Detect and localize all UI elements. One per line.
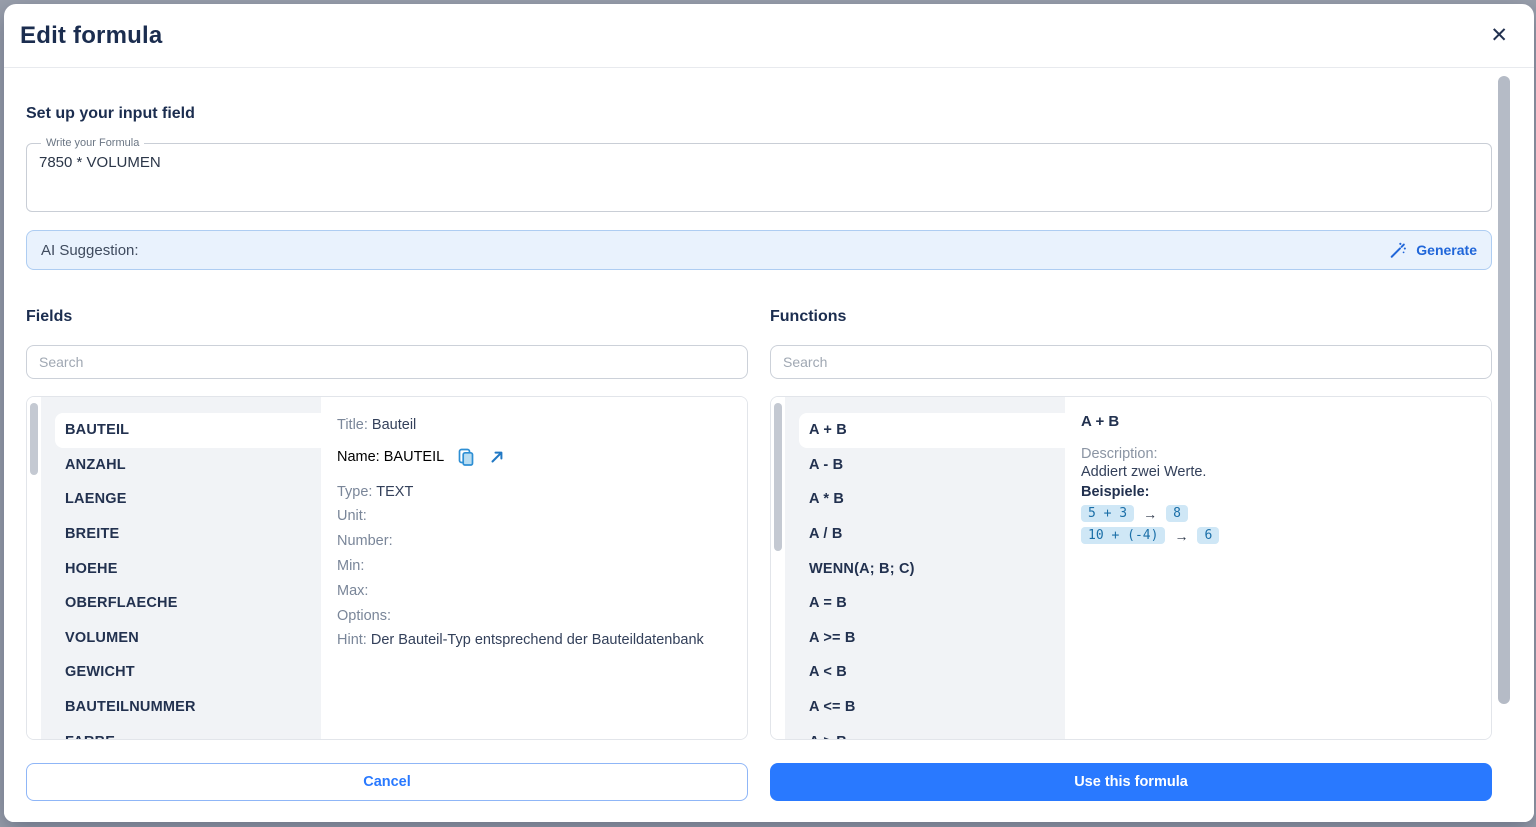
fields-list-scrollbar[interactable]	[27, 397, 41, 739]
function-description-label: Description:	[1081, 446, 1158, 462]
field-item[interactable]: GEWICHT	[55, 655, 321, 690]
function-examples-label: Beispiele:	[1081, 484, 1150, 500]
setup-heading: Set up your input field	[26, 105, 195, 122]
function-examples: 5 + 3 → 8 10 + (-4) → 6	[1081, 505, 1475, 544]
function-item[interactable]: WENN(A; B; C)	[799, 551, 1065, 586]
example-expression-chip: 10 + (-4)	[1081, 527, 1166, 544]
example-result-chip: 8	[1166, 505, 1188, 522]
dialog-body: Set up your input field Write your Formu…	[4, 69, 1534, 822]
arrow-right-glyph: →	[1143, 505, 1158, 522]
field-item[interactable]: BAUTEIL	[55, 413, 321, 448]
field-name-label: Name:	[337, 448, 380, 465]
dialog-header: Edit formula ✕	[4, 4, 1534, 68]
function-detail-panel: A + B Description: Addiert zwei Werte. B…	[1065, 397, 1491, 739]
function-item[interactable]: A + B	[799, 413, 1065, 448]
field-min-row: Min:	[337, 557, 365, 574]
field-item[interactable]: VOLUMEN	[55, 621, 321, 656]
function-title: A + B	[1081, 413, 1120, 430]
field-item[interactable]: HOEHE	[55, 551, 321, 586]
magic-wand-icon	[1389, 241, 1407, 259]
screen: Edit formula ✕ Set up your input field W…	[0, 0, 1536, 827]
example-row: 10 + (-4) → 6	[1081, 527, 1475, 544]
example-row: 5 + 3 → 8	[1081, 505, 1475, 522]
formula-field[interactable]: Write your Formula 7850 * VOLUMEN	[26, 137, 1492, 212]
ai-suggestion-label: AI Suggestion:	[41, 241, 139, 259]
copy-icon[interactable]	[456, 447, 476, 468]
fields-list: BAUTEIL ANZAHL LAENGE BREITE HOEHE OBERFLAECH…	[41, 397, 321, 739]
fields-panel: BAUTEIL ANZAHL LAENGE BREITE HOEHE OBERFLAECH…	[26, 396, 748, 740]
generate-button[interactable]: Generate	[1389, 241, 1477, 259]
field-title-row: Title: Bauteil	[337, 413, 731, 438]
field-title-label: Title:	[337, 417, 368, 433]
field-name-value: BAUTEIL	[383, 448, 445, 465]
fields-column: Fields BAUTEILANZAHLLAENGEBREITEHOEHEOBE…	[26, 308, 748, 740]
dialog-title: Edit formula	[20, 21, 163, 49]
function-item[interactable]: A < B	[799, 655, 1065, 690]
field-title-value: Bauteil	[371, 417, 417, 433]
dialog-footer: Cancel Use this formula	[26, 763, 1492, 801]
functions-heading: Functions	[770, 308, 847, 325]
field-item[interactable]: ANZAHL	[55, 448, 321, 483]
fields-search-input[interactable]	[26, 345, 748, 379]
function-item[interactable]: A <= B	[799, 690, 1065, 725]
ai-suggestion-bar: AI Suggestion: Generate	[26, 230, 1492, 270]
functions-search-input[interactable]	[770, 345, 1492, 379]
functions-column: Functions A + BA - BA * BA / BWENN(A; B;…	[770, 308, 1492, 740]
function-item[interactable]: A / B	[799, 517, 1065, 552]
field-options-row: Options:	[337, 607, 391, 624]
example-result-chip: 6	[1197, 527, 1220, 544]
field-name-row: Name: BAUTEIL	[337, 445, 731, 470]
functions-panel: A + BA - BA * BA / B WENN(A; B; C) A = BA …	[770, 396, 1492, 740]
function-description: Addiert zwei Werte.	[1081, 464, 1207, 480]
fields-list-scrollbar-thumb[interactable]	[30, 403, 38, 475]
field-item[interactable]: OBERFLAECHE	[55, 586, 321, 621]
field-number-row: Number:	[337, 533, 393, 550]
field-max-row: Max:	[337, 582, 369, 599]
use-formula-button[interactable]: Use this formula	[770, 763, 1492, 801]
pickers-area: Fields BAUTEILANZAHLLAENGEBREITEHOEHEOBE…	[26, 308, 1492, 740]
function-item[interactable]: A > B	[799, 724, 1065, 739]
functions-list: A + BA - BA * BA / B WENN(A; B; C) A = BA …	[785, 397, 1065, 739]
formula-field-label: Write your Formula	[46, 137, 140, 149]
field-item[interactable]: BREITE	[55, 517, 321, 552]
function-item[interactable]: A >= B	[799, 621, 1065, 656]
cancel-button[interactable]: Cancel	[26, 763, 748, 801]
field-item[interactable]: BAUTEILNUMMER	[55, 690, 321, 725]
arrow-right-glyph: →	[1174, 527, 1189, 544]
fields-heading: Fields	[26, 308, 73, 325]
field-item[interactable]: LAENGE	[55, 482, 321, 517]
example-expression-chip: 5 + 3	[1081, 505, 1135, 522]
field-hint-row: Hint: Der Bauteil-Typ entsprechend der B…	[337, 632, 704, 649]
function-item[interactable]: A - B	[799, 448, 1065, 483]
field-detail-panel: Title: Bauteil Name: BAUTEIL Type: TEXT …	[321, 397, 747, 739]
edit-formula-dialog: Edit formula ✕ Set up your input field W…	[4, 4, 1534, 822]
field-item[interactable]: FARBE	[55, 724, 321, 739]
formula-value[interactable]: 7850 * VOLUMEN	[39, 154, 1479, 171]
function-item[interactable]: A = B	[799, 586, 1065, 621]
field-type-row: Type: TEXT	[337, 483, 414, 500]
close-icon[interactable]: ✕	[1486, 21, 1512, 50]
generate-button-label: Generate	[1416, 242, 1477, 258]
dialog-scrollbar-thumb[interactable]	[1498, 76, 1510, 704]
functions-list-scrollbar[interactable]	[771, 397, 785, 739]
open-external-icon[interactable]	[488, 448, 506, 466]
function-item[interactable]: A * B	[799, 482, 1065, 517]
functions-list-scrollbar-thumb[interactable]	[774, 403, 782, 551]
field-unit-row: Unit:	[337, 508, 367, 525]
